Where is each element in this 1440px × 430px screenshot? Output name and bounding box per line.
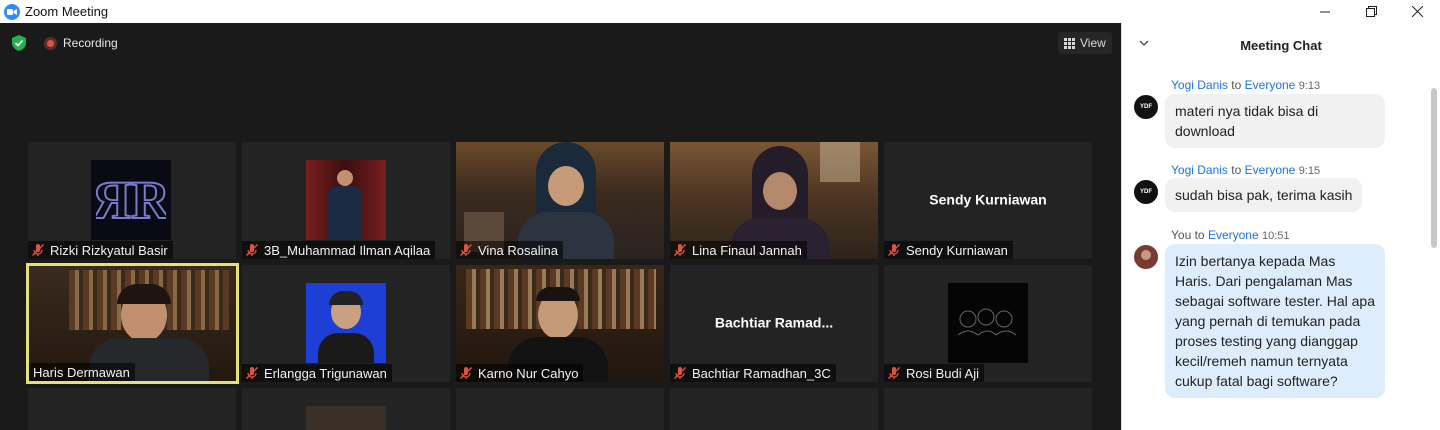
- message-meta: Yogi Danis to Everyone 9:13: [1171, 78, 1320, 92]
- participant-name-tag: Sendy Kurniawan: [884, 241, 1013, 259]
- participant-name-tag: Lina Finaul Jannah: [670, 241, 807, 259]
- recording-dot-icon: [44, 36, 57, 50]
- avatar: YDF: [1134, 180, 1158, 204]
- message-meta: Yogi Danis to Everyone 9:15: [1171, 163, 1320, 177]
- message-meta: You to Everyone 10:51: [1171, 228, 1290, 242]
- message-time: 10:51: [1262, 230, 1290, 242]
- participant-tile[interactable]: Erlangga Trigunawan: [242, 265, 450, 382]
- participant-display-name: Sendy Kurniawan: [929, 190, 1047, 207]
- participant-name-tag: Erlangga Trigunawan: [242, 364, 392, 382]
- meeting-topbar: Recording View: [0, 23, 1121, 63]
- mic-muted-icon: [459, 243, 473, 257]
- mic-muted-icon: [887, 366, 901, 380]
- maximize-button[interactable]: [1348, 0, 1394, 23]
- participant-name: Erlangga Trigunawan: [264, 365, 387, 381]
- participant-name: Sendy Kurniawan: [906, 242, 1008, 258]
- message-bubble: Izin bertanya kepada Mas Haris. Dari pen…: [1165, 244, 1385, 398]
- participant-tile[interactable]: [456, 388, 664, 430]
- close-button[interactable]: [1394, 0, 1440, 23]
- mic-muted-icon: [673, 366, 687, 380]
- grid-view-icon: [1064, 37, 1075, 49]
- participant-tile[interactable]: Bachtiar Ramad... Bachtiar Ramadhan_3C: [670, 265, 878, 382]
- title-bar: Zoom Meeting: [0, 0, 1440, 23]
- close-icon: [1411, 6, 1423, 17]
- participant-tile-active-speaker[interactable]: Haris Dermawan: [26, 263, 239, 384]
- message-sender[interactable]: Yogi Danis: [1171, 78, 1228, 92]
- chat-scrollbar[interactable]: [1431, 68, 1437, 430]
- participant-name: Vina Rosalina: [478, 242, 558, 258]
- participant-tile[interactable]: ЯR Rizki Rizkyatul Basir: [28, 142, 236, 259]
- participant-name-tag: Rosi Budi Aji: [884, 364, 984, 382]
- message-to: to: [1231, 78, 1242, 92]
- participant-name-tag: Karno Nur Cahyo: [456, 364, 584, 382]
- message-time: 9:15: [1298, 165, 1321, 177]
- group-silhouette-icon: [957, 308, 1017, 336]
- participant-name: Karno Nur Cahyo: [478, 365, 579, 381]
- participant-name-tag: 3B_Muhammad Ilman Aqilaa: [242, 241, 436, 259]
- participant-avatar: [306, 160, 386, 240]
- recording-indicator[interactable]: Recording: [44, 36, 118, 50]
- message-sender: You: [1171, 228, 1192, 242]
- message-to: to: [1194, 228, 1205, 242]
- meeting-chat-panel: Meeting Chat Yogi Danis to Everyone 9:13…: [1121, 23, 1440, 430]
- profile-logo-icon: ЯR: [96, 170, 166, 230]
- view-button[interactable]: View: [1058, 32, 1112, 54]
- message-recipient[interactable]: Everyone: [1245, 78, 1296, 92]
- participant-tile[interactable]: Karno Nur Cahyo: [456, 265, 664, 382]
- participant-avatar: [948, 283, 1028, 363]
- participant-tile[interactable]: Rosi Budi Aji: [884, 265, 1092, 382]
- participant-name-tag: Rizki Rizkyatul Basir: [28, 241, 173, 259]
- mic-muted-icon: [887, 243, 901, 257]
- participant-name: Lina Finaul Jannah: [692, 242, 802, 258]
- window-title: Zoom Meeting: [25, 4, 109, 19]
- minimize-icon: [1320, 11, 1330, 12]
- message-recipient[interactable]: Everyone: [1245, 163, 1296, 177]
- message-sender[interactable]: Yogi Danis: [1171, 163, 1228, 177]
- security-shield-icon[interactable]: [10, 34, 28, 52]
- mic-muted-icon: [245, 366, 259, 380]
- participant-tile[interactable]: [884, 388, 1092, 430]
- participant-avatar: [306, 283, 386, 363]
- scroll-thumb[interactable]: [1431, 88, 1437, 248]
- avatar: YDF: [1134, 95, 1158, 119]
- recording-label: Recording: [63, 36, 118, 50]
- participant-name-tag: Bachtiar Ramadhan_3C: [670, 364, 836, 382]
- participant-name: Haris Dermawan: [33, 364, 130, 380]
- mic-muted-icon: [673, 243, 687, 257]
- message-time: 9:13: [1298, 80, 1321, 92]
- participant-tile[interactable]: Vina Rosalina: [456, 142, 664, 259]
- participant-tile[interactable]: [670, 388, 878, 430]
- participant-name-tag: Haris Dermawan: [29, 363, 135, 381]
- participant-name: 3B_Muhammad Ilman Aqilaa: [264, 242, 431, 258]
- minimize-button[interactable]: [1302, 0, 1348, 23]
- message-bubble: materi nya tidak bisa di download: [1165, 94, 1385, 148]
- mic-muted-icon: [459, 366, 473, 380]
- participant-name-tag: Vina Rosalina: [456, 241, 563, 259]
- participant-avatar: ЯR: [91, 160, 171, 240]
- participant-tile[interactable]: 3B_Muhammad Ilman Aqilaa: [242, 142, 450, 259]
- message-recipient[interactable]: Everyone: [1208, 228, 1259, 242]
- participant-tile[interactable]: Lina Finaul Jannah: [670, 142, 878, 259]
- participant-tile[interactable]: [28, 388, 236, 430]
- zoom-logo-icon: [4, 3, 20, 20]
- mic-muted-icon: [31, 243, 45, 257]
- view-label: View: [1080, 36, 1106, 50]
- participant-display-name: Bachtiar Ramad...: [714, 313, 834, 330]
- video-gallery: Recording View ЯR Rizki Rizkyatul Basir: [0, 23, 1121, 430]
- message-to: to: [1231, 163, 1242, 177]
- participant-name: Rizki Rizkyatul Basir: [50, 242, 168, 258]
- participant-tile[interactable]: Sendy Kurniawan Sendy Kurniawan: [884, 142, 1092, 259]
- message-bubble: sudah bisa pak, terima kasih: [1165, 178, 1363, 212]
- chat-header: Meeting Chat: [1122, 23, 1440, 67]
- restore-icon: [1365, 6, 1377, 17]
- mic-muted-icon: [245, 243, 259, 257]
- participant-name: Bachtiar Ramadhan_3C: [692, 365, 831, 381]
- chat-title: Meeting Chat: [1240, 38, 1322, 53]
- svg-text:ЯR: ЯR: [96, 170, 166, 230]
- participant-name: Rosi Budi Aji: [906, 365, 979, 381]
- participant-tile[interactable]: [242, 388, 450, 430]
- avatar: [1134, 245, 1158, 269]
